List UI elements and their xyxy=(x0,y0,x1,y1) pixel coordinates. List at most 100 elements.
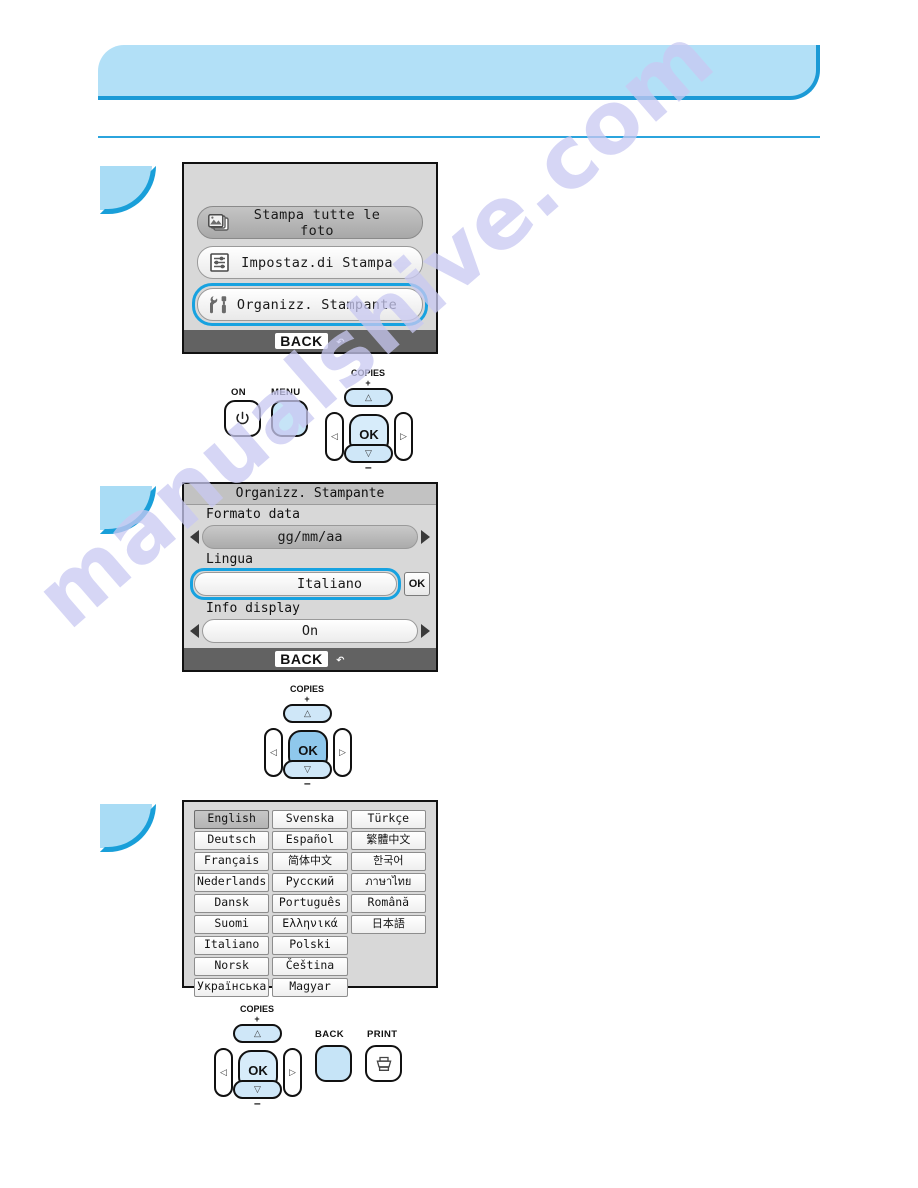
arrow-right-icon[interactable] xyxy=(421,530,430,544)
language-cell[interactable]: Português xyxy=(272,894,348,913)
copies-label: COPIES xyxy=(350,368,385,378)
print-button[interactable] xyxy=(365,1045,402,1082)
back-chip[interactable]: BACK xyxy=(275,651,328,667)
language-cell-empty xyxy=(351,936,426,953)
menu-item-print-settings[interactable]: Impostaz.di Stampa xyxy=(197,246,423,279)
nav-up-button[interactable]: △ xyxy=(233,1024,282,1043)
copies-caption: COPIES + xyxy=(277,684,337,704)
page-header-banner xyxy=(98,45,820,100)
step-badge-1 xyxy=(100,166,158,214)
print-button-label: PRINT xyxy=(367,1029,398,1040)
tools-icon xyxy=(204,295,234,315)
nav-up-button[interactable]: △ xyxy=(344,388,393,407)
language-cell[interactable]: 繁體中文 xyxy=(350,831,426,850)
nav-right-button[interactable]: ▷ xyxy=(394,412,413,461)
return-arrow-icon: ↶ xyxy=(335,331,345,350)
language-cell[interactable]: 日本語 xyxy=(350,915,426,934)
menu-item-label: Organizz. Stampante xyxy=(236,296,398,313)
arrow-right-icon[interactable] xyxy=(421,624,430,638)
lcd-screen-main-menu: Stampa tutte le foto Impostaz.di Stampa xyxy=(182,162,438,354)
arrow-left-icon[interactable] xyxy=(190,624,199,638)
chevron-down-icon: ▽ xyxy=(365,448,372,458)
on-button[interactable] xyxy=(224,400,261,437)
setting-value[interactable]: On xyxy=(202,619,418,643)
language-cell[interactable]: Українська xyxy=(194,978,270,997)
copies-minus-label: – xyxy=(254,1096,261,1110)
nav-left-button[interactable]: ◁ xyxy=(264,728,283,777)
lcd-footer-menu: BACK ↶ xyxy=(184,330,436,352)
language-cell[interactable]: Polski xyxy=(272,936,348,955)
nav-right-button[interactable]: ▷ xyxy=(283,1048,302,1097)
menu-list: Stampa tutte le foto Impostaz.di Stampa xyxy=(184,164,436,326)
language-cell[interactable]: Čeština xyxy=(272,957,348,976)
chevron-left-icon: ◁ xyxy=(331,431,338,441)
menu-button[interactable] xyxy=(271,400,308,437)
copies-plus-label: + xyxy=(254,1014,260,1024)
language-cell[interactable]: Français xyxy=(194,852,270,871)
on-button-label: ON xyxy=(231,387,247,398)
language-cell[interactable]: 简体中文 xyxy=(272,852,348,871)
copies-minus-label: – xyxy=(365,460,372,474)
language-cell[interactable]: Română xyxy=(350,894,426,913)
language-cell[interactable]: Ελληνικά xyxy=(272,915,348,934)
language-cell[interactable]: Magyar xyxy=(272,978,348,997)
menu-item-print-all-photos[interactable]: Stampa tutte le foto xyxy=(197,206,423,239)
return-arrow-icon: ↶ xyxy=(335,649,345,668)
language-cell[interactable]: Español xyxy=(272,831,348,850)
language-cell[interactable]: Italiano xyxy=(194,936,270,955)
chevron-right-icon: ▷ xyxy=(339,747,346,757)
step-badge-arc xyxy=(100,166,156,214)
language-cell[interactable]: Norsk xyxy=(194,957,270,976)
menu-item-label: Stampa tutte le foto xyxy=(253,206,381,239)
menu-button-label: MENU xyxy=(271,387,301,398)
setting-value[interactable]: Italiano xyxy=(194,572,397,596)
setting-control: gg/mm/aa xyxy=(184,524,436,550)
step-badge-arc xyxy=(100,486,156,534)
language-cell-empty xyxy=(351,978,426,995)
back-button-label: BACK xyxy=(315,1029,345,1040)
setting-control: On xyxy=(184,618,436,644)
setting-value[interactable]: gg/mm/aa xyxy=(202,525,418,549)
back-button[interactable] xyxy=(315,1045,352,1082)
chevron-down-icon: ▽ xyxy=(254,1084,261,1094)
language-cell-empty xyxy=(351,957,426,974)
nav-up-button[interactable]: △ xyxy=(283,704,332,723)
chevron-up-icon: △ xyxy=(304,708,311,718)
selection-highlight-ring: Organizz. Stampante xyxy=(192,283,428,326)
language-cell[interactable]: Suomi xyxy=(194,915,270,934)
copies-caption: COPIES + xyxy=(227,1004,287,1024)
language-cell[interactable]: Svenska xyxy=(272,810,348,829)
chevron-down-icon: ▽ xyxy=(304,764,311,774)
language-cell[interactable]: Türkçe xyxy=(350,810,426,829)
language-cell[interactable]: Dansk xyxy=(194,894,270,913)
language-cell[interactable]: Русский xyxy=(272,873,348,892)
nav-right-button[interactable]: ▷ xyxy=(333,728,352,777)
language-cell[interactable]: Deutsch xyxy=(194,831,270,850)
nav-left-button[interactable]: ◁ xyxy=(214,1048,233,1097)
lcd-screen-printer-settings: Organizz. Stampante Formato data gg/mm/a… xyxy=(182,482,438,672)
language-cell[interactable]: 한국어 xyxy=(350,852,426,871)
button-diagram-ok: COPIES + △ ◁ OK ▷ ▽ – xyxy=(264,682,365,790)
lcd-screen-language-list: English Svenska Türkçe Deutsch Español 繁體中文 Fr… xyxy=(182,800,438,997)
chevron-up-icon: △ xyxy=(254,1028,261,1038)
step-badge-2 xyxy=(100,486,158,534)
printer-icon xyxy=(376,1056,391,1071)
chevron-left-icon: ◁ xyxy=(220,1067,227,1077)
lcd-footer-settings: BACK ↶ xyxy=(184,648,436,670)
arrow-left-icon[interactable] xyxy=(190,530,199,544)
chevron-up-icon: △ xyxy=(365,392,372,402)
chevron-right-icon: ▷ xyxy=(400,431,407,441)
language-cell[interactable]: English xyxy=(194,810,270,829)
back-chip[interactable]: BACK xyxy=(275,333,328,349)
menu-item-printer-maintenance[interactable]: Organizz. Stampante xyxy=(197,288,423,321)
lcd-title-printer-settings: Organizz. Stampante xyxy=(184,484,436,505)
power-icon xyxy=(236,411,249,425)
header-divider xyxy=(98,136,820,138)
setting-control: Italiano OK xyxy=(184,568,436,600)
setting-label: Lingua xyxy=(206,552,253,567)
setting-info-display: Info display On xyxy=(184,599,436,644)
nav-left-button[interactable]: ◁ xyxy=(325,412,344,461)
language-cell[interactable]: ภาษาไทย xyxy=(350,873,426,892)
ok-chip[interactable]: OK xyxy=(404,572,430,596)
language-cell[interactable]: Nederlands xyxy=(194,873,270,892)
